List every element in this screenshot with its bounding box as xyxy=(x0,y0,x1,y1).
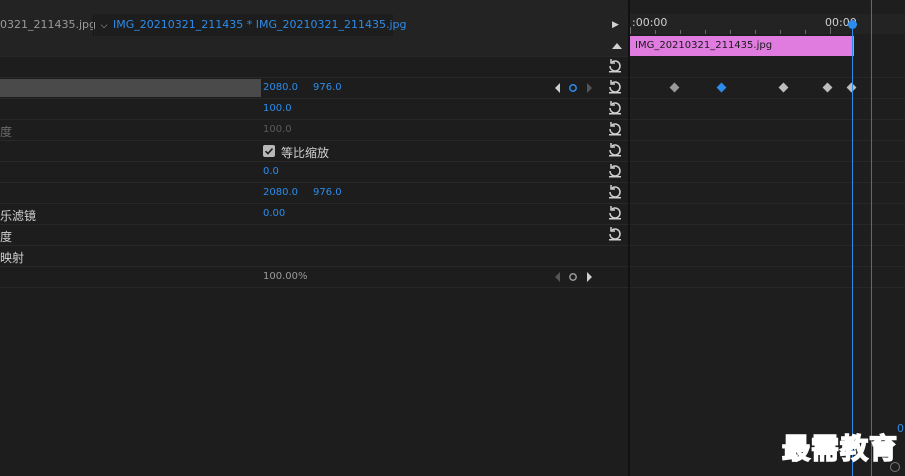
ruler-tick xyxy=(730,30,731,34)
scroll-up-icon[interactable] xyxy=(612,43,622,49)
timeline-position-row xyxy=(630,78,905,99)
ruler-timecode-start: :00:00 xyxy=(632,16,668,29)
playhead-handle[interactable] xyxy=(848,20,857,29)
scale-width-value: 100.0 xyxy=(263,124,292,135)
timeline-row xyxy=(630,246,905,267)
uniform-scale-checkbox[interactable] xyxy=(263,145,275,157)
watermark-logo: 最需教育 xyxy=(781,431,899,466)
motion-row xyxy=(0,57,628,78)
tab-divider xyxy=(93,14,94,36)
scroll-right-icon[interactable]: ▶ xyxy=(612,14,619,36)
keyframe-next-icon[interactable] xyxy=(587,272,592,282)
scale-row: 100.0 xyxy=(0,99,628,120)
uniform-scale-row: 等比缩放 xyxy=(0,141,628,162)
speed-value[interactable]: 100.00% xyxy=(263,271,308,282)
reset-icon[interactable] xyxy=(607,58,623,74)
timeline-motion-row xyxy=(630,57,905,78)
opacity-section-row[interactable]: 度 xyxy=(0,225,628,246)
timeline-row xyxy=(630,267,905,288)
tab-active-label: IMG_20210321_211435 * IMG_20210321_21143… xyxy=(113,18,407,31)
playhead-line xyxy=(852,24,853,476)
position-row: 2080.0 976.0 xyxy=(0,78,628,99)
keyframe-next-icon[interactable] xyxy=(587,83,592,93)
reset-icon[interactable] xyxy=(607,142,623,158)
ruler-tick xyxy=(630,27,631,34)
timeline-row xyxy=(630,225,905,246)
selected-property-highlight xyxy=(0,79,261,97)
flicker-filter-label: 乐滤镜 xyxy=(0,209,37,223)
keyframe-navigator xyxy=(555,83,592,93)
speed-row: 100.00% xyxy=(0,267,628,288)
tab-menu-icon[interactable]: ⌵ xyxy=(95,15,113,37)
reset-icon[interactable] xyxy=(607,226,623,242)
tab-effect-controls-clip[interactable]: ⌵ IMG_20210321_211435 * IMG_20210321_2114… xyxy=(95,14,407,37)
timeline-row xyxy=(630,99,905,120)
keyframe-marker-selected[interactable] xyxy=(716,82,727,93)
timeline-row xyxy=(630,141,905,162)
anchor-y-value[interactable]: 976.0 xyxy=(313,187,342,198)
ruler-tick xyxy=(805,30,806,34)
reset-icon[interactable] xyxy=(607,163,623,179)
sequence-playhead-line xyxy=(871,0,872,476)
uniform-scale-label: 等比缩放 xyxy=(281,146,330,160)
checkmark-icon xyxy=(264,148,274,155)
scale-width-row: 度 100.0 xyxy=(0,120,628,141)
ruler-tick xyxy=(830,27,831,34)
time-ruler[interactable]: :00:00 00:00 xyxy=(630,14,905,34)
anchor-row: 2080.0 976.0 xyxy=(0,183,628,204)
scale-value[interactable]: 100.0 xyxy=(263,103,292,114)
keyframe-marker[interactable] xyxy=(778,82,789,93)
ruler-tick xyxy=(680,30,681,34)
keyframe-prev-icon[interactable] xyxy=(555,272,560,282)
edge-number: 0 xyxy=(897,422,904,435)
reset-icon[interactable] xyxy=(607,205,623,221)
timeline-row xyxy=(630,204,905,225)
time-remap-section-row[interactable]: 映射 xyxy=(0,246,628,267)
reset-icon[interactable] xyxy=(607,184,623,200)
effect-header-row[interactable] xyxy=(0,36,628,57)
rotation-row: 0.0 xyxy=(0,162,628,183)
reset-icon[interactable] xyxy=(607,100,623,116)
timeline-row xyxy=(630,183,905,204)
reset-icon[interactable] xyxy=(607,121,623,137)
ruler-tick xyxy=(755,30,756,34)
ruler-tick xyxy=(705,30,706,34)
ruler-tick xyxy=(655,30,656,34)
keyframe-marker[interactable] xyxy=(822,82,833,93)
keyframe-prev-icon[interactable] xyxy=(555,83,560,93)
keyframe-navigator xyxy=(555,272,592,282)
keyframe-marker[interactable] xyxy=(669,82,680,93)
time-remap-label: 映射 xyxy=(0,251,25,265)
effect-controls-panel: 2080.0 976.0 100.0 度 100.0 等比缩放 0.0 2080… xyxy=(0,36,628,476)
keyframe-toggle-icon[interactable] xyxy=(569,84,577,92)
keyframe-toggle-icon[interactable] xyxy=(569,273,577,281)
panel-tab-bar: 0321_211435.jpg ⌵ IMG_20210321_211435 * I… xyxy=(0,14,628,37)
flicker-filter-value[interactable]: 0.00 xyxy=(263,208,285,219)
position-x-value[interactable]: 2080.0 xyxy=(263,82,298,93)
opacity-section-label: 度 xyxy=(0,230,13,244)
rotation-value[interactable]: 0.0 xyxy=(263,166,279,177)
flicker-filter-row: 乐滤镜 0.00 xyxy=(0,204,628,225)
anchor-x-value[interactable]: 2080.0 xyxy=(263,187,298,198)
reset-icon[interactable] xyxy=(607,79,623,95)
timeline-row xyxy=(630,120,905,141)
position-y-value[interactable]: 976.0 xyxy=(313,82,342,93)
scale-width-label: 度 xyxy=(0,125,13,139)
effect-timeline: :00:00 00:00 IMG_20210321_211435.jpg 0 xyxy=(630,0,905,476)
clip-label: IMG_20210321_211435.jpg xyxy=(635,40,773,51)
timeline-clip[interactable]: IMG_20210321_211435.jpg xyxy=(630,36,854,56)
ruler-tick xyxy=(780,30,781,34)
tab-source-clip[interactable]: 0321_211435.jpg xyxy=(0,14,96,36)
timeline-row xyxy=(630,162,905,183)
